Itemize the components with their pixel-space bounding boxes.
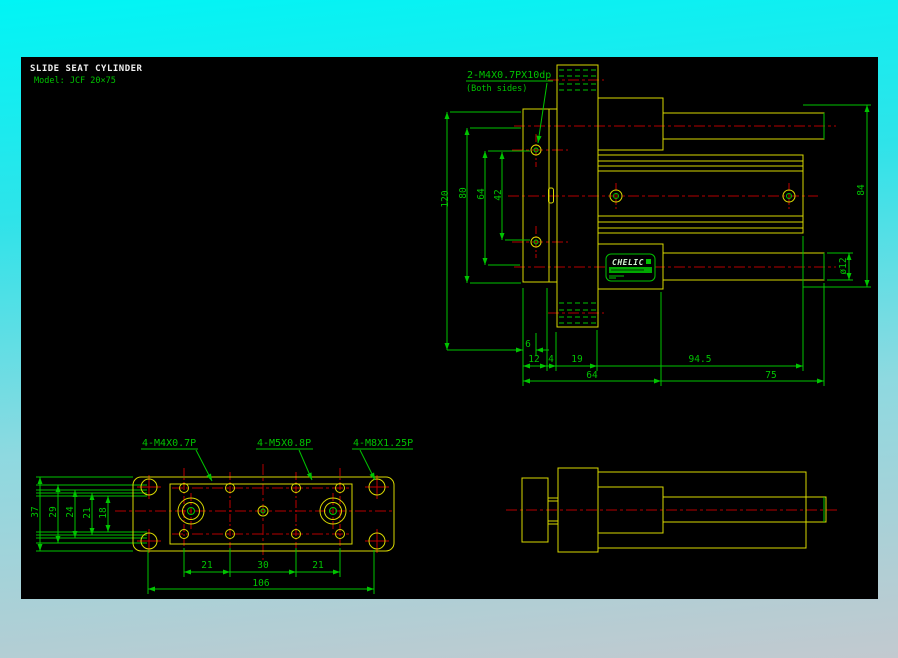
cad-application-window: SLIDE SEAT CYLINDER Model: JCF 20×75 CHE… [0,0,898,658]
top-view-callouts: 4-M4X0.7P 4-M5X0.8P 4-M8X1.25P [141,438,413,482]
m5-thread-label: 4-M5X0.8P [257,438,311,449]
drawing-canvas: SLIDE SEAT CYLINDER Model: JCF 20×75 CHE… [21,57,878,599]
dim-24: 24 [65,506,76,518]
thread-note: (Both sides) [466,84,527,94]
thread-spec-label: 2-M4X0.7PX10dp [467,70,551,81]
dim-94-5: 94.5 [689,354,712,365]
brand-logo-mark [646,259,651,264]
dim-12: 12 [528,354,539,365]
dim-106: 106 [252,578,269,589]
dim-19: 19 [571,354,583,365]
dim-18: 18 [98,507,109,519]
brand-label: CHELIC [605,253,656,282]
dim-6: 6 [525,339,531,350]
dim-29: 29 [48,506,59,518]
dim-64: 64 [586,370,598,381]
thread-callout: 2-M4X0.7PX10dp (Both sides) [466,70,553,144]
side-view: CHELIC 2-M4X0.7PX10dp (Both sides) 120 8… [440,64,871,386]
profile-view [506,467,840,553]
top-view-centerlines [115,464,392,560]
top-view: 4-M4X0.7P 4-M5X0.8P 4-M8X1.25P 37 29 24 … [30,438,413,594]
brand-name: CHELIC [612,258,644,267]
m4-thread-label: 4-M4X0.7P [142,438,196,449]
dim-21: 21 [82,507,93,519]
dim-rod-diameter: ø12 [838,257,849,274]
dim-120: 120 [440,190,451,207]
dim-42: 42 [493,189,504,200]
dim-30: 30 [257,560,269,571]
title-block: SLIDE SEAT CYLINDER Model: JCF 20×75 [30,64,143,86]
drawing-title: SLIDE SEAT CYLINDER [30,64,143,74]
model-number: Model: JCF 20×75 [34,76,116,86]
dim-84: 84 [856,184,867,196]
dim-37: 37 [30,506,41,517]
top-view-width-dims: 37 29 24 21 18 [30,477,111,551]
dim-64-vertical: 64 [476,188,487,200]
dim-75: 75 [765,370,776,381]
m8-thread-label: 4-M8X1.25P [353,438,413,449]
dim-80: 80 [458,187,469,199]
side-view-vertical-dims: 120 80 64 42 [440,111,530,350]
dim-4: 4 [548,354,554,365]
cad-drawing: SLIDE SEAT CYLINDER Model: JCF 20×75 CHE… [30,64,871,594]
top-view-length-dims: 21 30 21 106 [147,548,375,594]
dim-21b: 21 [312,560,324,571]
dim-21a: 21 [201,560,213,571]
